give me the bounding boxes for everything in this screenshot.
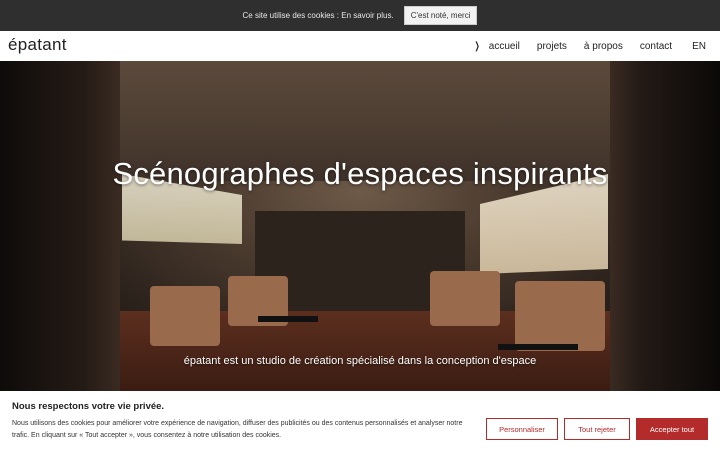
hero-banner — [0, 61, 720, 391]
consent-title: Nous respectons votre vie privée. — [12, 401, 165, 412]
cookie-notice-bar: Ce site utilise des cookies : En savoir … — [0, 0, 720, 31]
cookie-ok-button[interactable]: C'est noté, merci — [403, 6, 478, 25]
site-header: épatant ❯ accueil projets à propos conta… — [0, 31, 720, 61]
language-switch[interactable]: EN — [692, 41, 706, 52]
cookie-consent-panel: Nous respectons votre vie privée. Nous u… — [0, 391, 720, 450]
hero-image-chair — [150, 286, 220, 346]
consent-actions: Personnaliser Tout rejeter Accepter tout — [486, 418, 708, 440]
cookie-notice-text[interactable]: Ce site utilise des cookies : En savoir … — [243, 11, 394, 20]
hero-image-table — [498, 344, 578, 350]
nav-label: contact — [639, 40, 673, 52]
hero-image-wall-left — [0, 61, 120, 391]
nav-item-contact[interactable]: contact — [640, 41, 672, 52]
reject-all-button[interactable]: Tout rejeter — [564, 418, 630, 440]
nav-label: projets — [536, 40, 567, 52]
nav-label: à propos — [583, 40, 623, 52]
main-nav: ❯ accueil projets à propos contact EN — [456, 31, 706, 61]
nav-label: EN — [692, 40, 706, 52]
hero-image-wall-right — [610, 61, 720, 391]
nav-item-accueil[interactable]: ❯ accueil — [473, 41, 520, 52]
customize-button[interactable]: Personnaliser — [486, 418, 558, 440]
consent-text: Nous utilisons des cookies pour améliore… — [12, 420, 463, 439]
nav-item-a-propos[interactable]: à propos — [584, 41, 623, 52]
nav-label: accueil — [488, 40, 520, 52]
hero-image-table — [258, 316, 318, 322]
chevron-right-icon: ❯ — [475, 40, 481, 52]
accept-all-button[interactable]: Accepter tout — [636, 418, 708, 440]
nav-item-projets[interactable]: projets — [537, 41, 567, 52]
logo[interactable]: épatant — [8, 35, 67, 55]
hero-title: Scénographes d'espaces inspirants — [112, 156, 608, 191]
hero-image-chair — [515, 281, 605, 351]
hero-subtitle: épatant est un studio de création spécia… — [183, 355, 537, 367]
hero-image-chair — [430, 271, 500, 326]
